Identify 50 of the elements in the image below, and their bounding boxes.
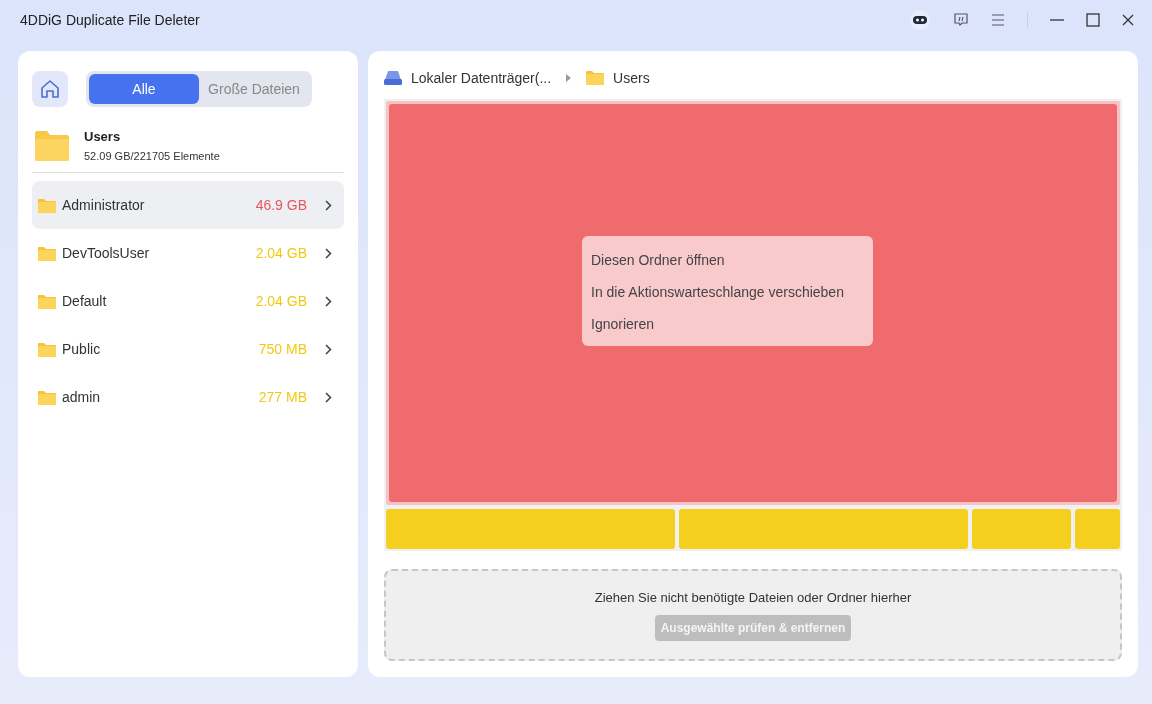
home-icon	[39, 78, 61, 100]
folder-icon	[38, 389, 56, 405]
treemap-tile[interactable]	[1075, 509, 1120, 550]
menu-item[interactable]: Diesen Ordner öffnen	[582, 244, 873, 276]
folder-icon	[38, 197, 56, 213]
chevron-right-icon	[325, 247, 332, 259]
folder-name: DevToolsUser	[62, 245, 151, 261]
drop-hint: Ziehen Sie nicht benötigte Dateien oder Ordner hierher	[594, 589, 912, 605]
feedback-icon[interactable]	[953, 12, 969, 28]
folder-icon	[586, 70, 605, 86]
menu-item[interactable]: In die Aktionswarteschlange verschieben	[582, 276, 873, 308]
chevron-right-icon	[325, 199, 332, 211]
robot-icon[interactable]	[909, 9, 931, 31]
folder-icon	[38, 245, 56, 261]
tab[interactable]: Alle	[89, 74, 199, 104]
folder-name: Public	[62, 341, 102, 357]
folder-row[interactable]: Public 750 MB	[32, 325, 344, 373]
treemap-tile[interactable]	[386, 509, 676, 550]
folder-size: 750 MB	[258, 341, 307, 357]
caret-icon	[566, 73, 572, 82]
folder-icon	[38, 293, 56, 309]
folder-size: 2.04 GB	[255, 245, 307, 261]
close-icon[interactable]	[1122, 14, 1134, 26]
folder-size: 277 MB	[258, 389, 307, 405]
treemap-tile[interactable]	[679, 509, 969, 550]
folder-name: admin	[62, 389, 102, 405]
folder-icon	[34, 129, 70, 162]
breadcrumb-link[interactable]: Lokaler Datenträger(...	[411, 69, 552, 86]
folder-size: 2.04 GB	[255, 293, 307, 309]
folder-name: Default	[62, 293, 108, 309]
window-title: 4DDiG Duplicate File Deleter	[20, 12, 200, 28]
folder-icon	[38, 341, 56, 357]
menu-item[interactable]: Ignorieren	[582, 308, 873, 340]
breadcrumb-link[interactable]: Users	[613, 69, 650, 86]
folder-name: Administrator	[62, 197, 146, 213]
chevron-right-icon	[325, 343, 332, 355]
drive-icon	[384, 70, 402, 86]
folder-row[interactable]: DevToolsUser 2.04 GB	[32, 229, 344, 277]
folder-row[interactable]: admin 277 MB	[32, 373, 344, 421]
treemap-tile[interactable]	[972, 509, 1072, 550]
chevron-right-icon	[325, 295, 332, 307]
folder-row[interactable]: Default 2.04 GB	[32, 277, 344, 325]
folder-info: 52.09 GB/221705 Elemente	[84, 150, 220, 162]
folder-row[interactable]: Administrator 46.9 GB	[32, 181, 344, 229]
folder-size: 46.9 GB	[255, 197, 307, 213]
folder-name: Users	[84, 129, 122, 144]
menu-icon[interactable]	[991, 14, 1005, 26]
home-button[interactable]	[32, 71, 68, 107]
maximize-icon[interactable]	[1086, 13, 1100, 27]
chevron-right-icon	[325, 391, 332, 403]
